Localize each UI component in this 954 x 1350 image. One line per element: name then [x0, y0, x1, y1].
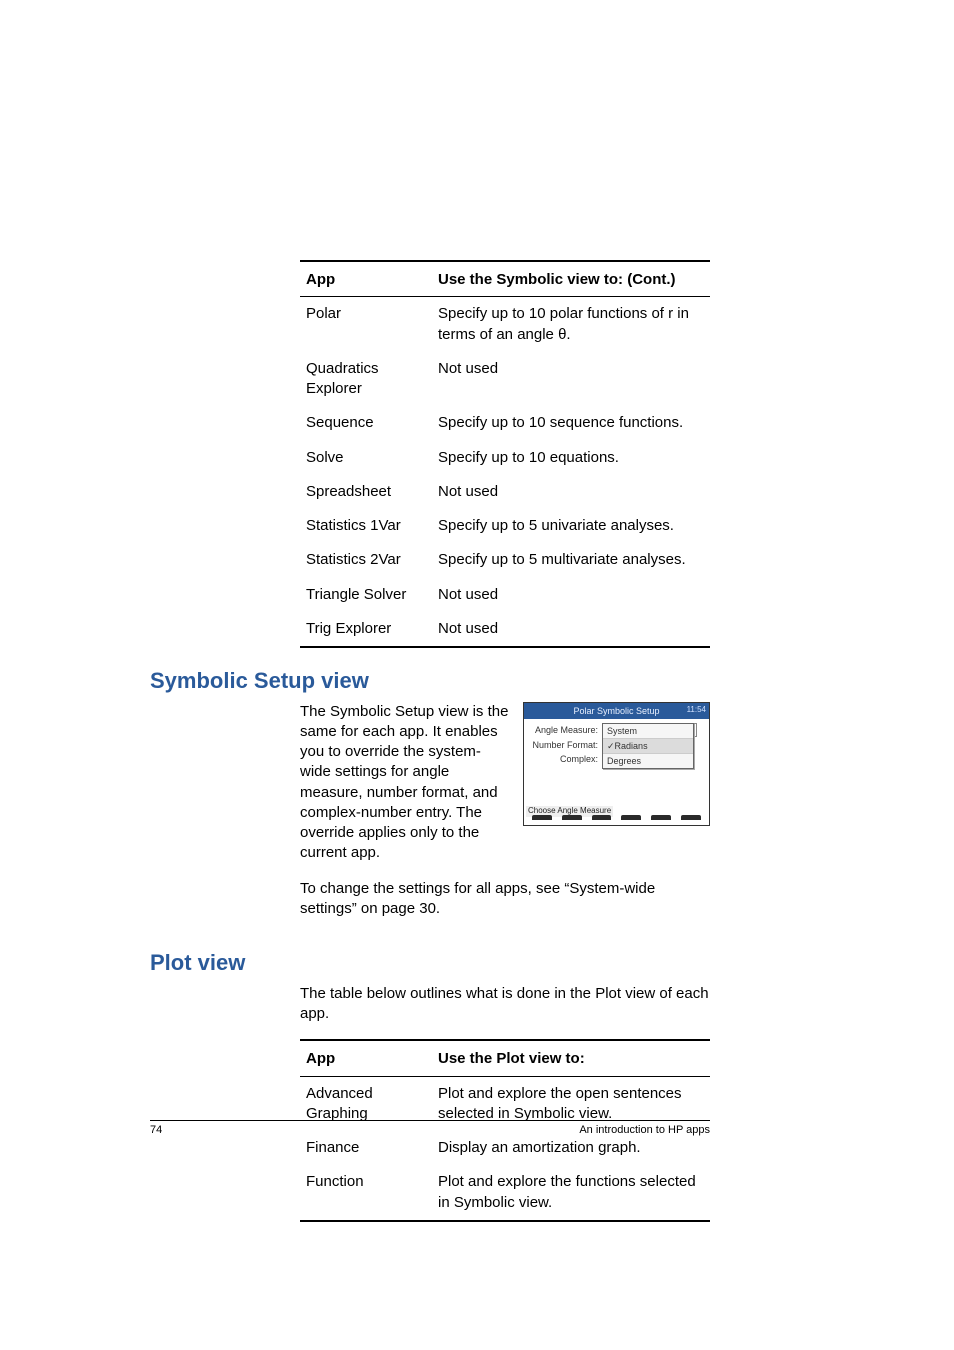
fig-menu-option-system: System: [603, 724, 693, 738]
table-row: SolveSpecify up to 10 equations.: [300, 441, 710, 475]
table-row: Statistics 1VarSpecify up to 5 univariat…: [300, 509, 710, 543]
fig-title: Polar Symbolic Setup: [573, 706, 659, 716]
table2-header-app: App: [300, 1040, 432, 1076]
fig-complex-label: Complex:: [528, 753, 600, 765]
table2-header-use: Use the Plot view to:: [432, 1040, 710, 1076]
section-plot-view-title: Plot view: [150, 948, 710, 978]
fig-number-format-label: Number Format:: [528, 739, 600, 751]
fig-dropdown-menu: System ✓Radians Degrees: [602, 723, 694, 769]
table-row: SpreadsheetNot used: [300, 475, 710, 509]
symbolic-setup-paragraph-2: To change the settings for all apps, see…: [300, 879, 710, 920]
fig-time: 11:54: [687, 705, 706, 716]
page-number: 74: [150, 1123, 162, 1138]
page-footer: 74 An introduction to HP apps: [150, 1120, 710, 1138]
plot-view-intro: The table below outlines what is done in…: [300, 984, 710, 1025]
section-symbolic-setup-title: Symbolic Setup view: [150, 666, 710, 696]
table-row: SequenceSpecify up to 10 sequence functi…: [300, 406, 710, 440]
table-row: Trig ExplorerNot used: [300, 612, 710, 647]
fig-angle-measure-label: Angle Measure:: [528, 724, 600, 736]
polar-symbolic-setup-screenshot: Polar Symbolic Setup 11:54 Angle Measure…: [523, 702, 710, 826]
fig-softkeys: [524, 815, 709, 825]
fig-menu-option-radians: ✓Radians: [603, 738, 693, 753]
symbolic-view-table-cont: App Use the Symbolic view to: (Cont.) Po…: [300, 260, 710, 648]
table-row: FunctionPlot and explore the functions s…: [300, 1165, 710, 1221]
table1-header-use: Use the Symbolic view to: (Cont.): [432, 261, 710, 297]
footer-title: An introduction to HP apps: [579, 1123, 710, 1138]
table-row: Triangle SolverNot used: [300, 578, 710, 612]
table-row: PolarSpecify up to 10 polar functions of…: [300, 297, 710, 352]
table1-header-app: App: [300, 261, 432, 297]
table-row: Statistics 2VarSpecify up to 5 multivari…: [300, 543, 710, 577]
table-row: Quadratics ExplorerNot used: [300, 352, 710, 407]
fig-menu-option-degrees: Degrees: [603, 753, 693, 768]
